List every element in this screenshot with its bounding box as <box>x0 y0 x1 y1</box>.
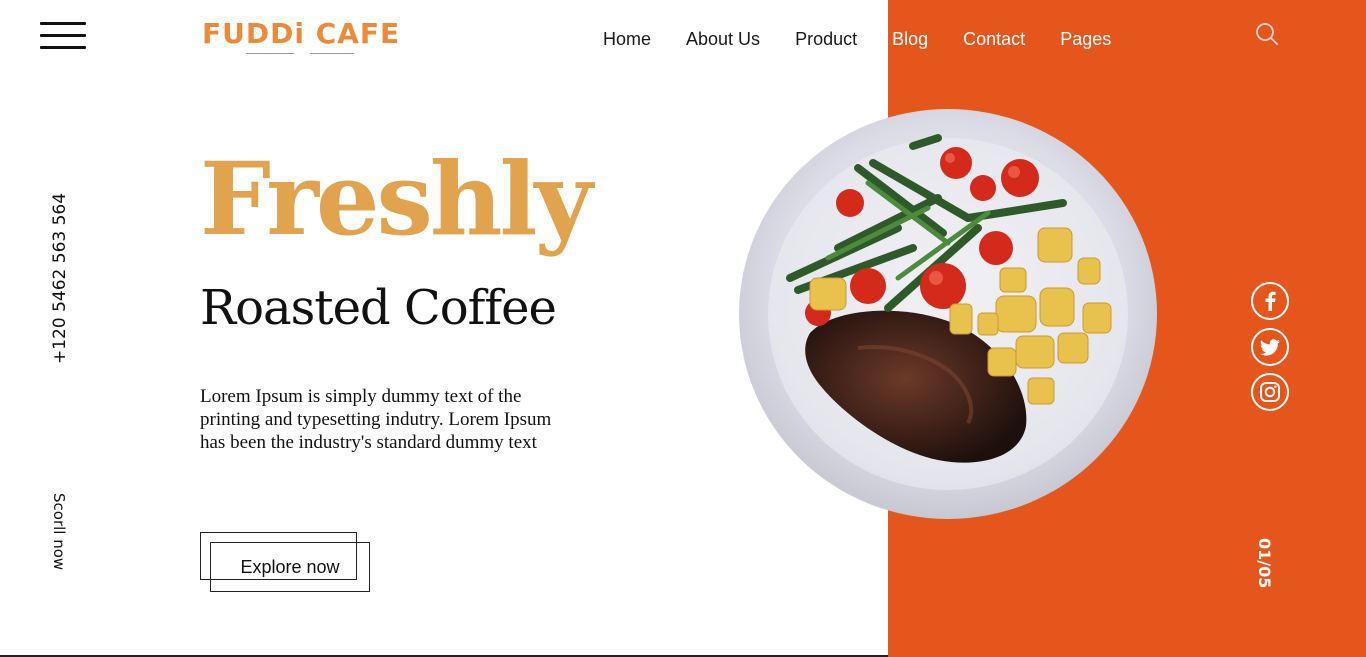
nav-item-blog[interactable]: Blog <box>892 28 928 50</box>
slide-counter: 01/05 <box>1255 538 1274 589</box>
nav-item-home[interactable]: Home <box>603 28 651 50</box>
twitter-icon[interactable] <box>1250 327 1290 367</box>
logo[interactable]: FUDDi CAFE <box>202 14 400 58</box>
explore-now-button[interactable]: Explore now <box>200 532 370 592</box>
food-plate-image <box>738 108 1158 521</box>
explore-now-label: Explore now <box>240 557 340 577</box>
search-icon[interactable] <box>1255 22 1279 46</box>
hero-title: Freshly <box>200 140 593 258</box>
logo-underline <box>246 53 294 54</box>
scroll-now-label[interactable]: Scorll now <box>50 493 68 570</box>
nav-item-pages[interactable]: Pages <box>1060 28 1111 50</box>
instagram-icon[interactable] <box>1250 372 1290 412</box>
nav-item-contact[interactable]: Contact <box>963 28 1025 50</box>
logo-text: FUDDi CAFE <box>202 17 401 50</box>
logo-underline <box>310 53 354 54</box>
hero-description: Lorem Ipsum is simply dummy text of the … <box>200 386 552 453</box>
hamburger-menu-icon[interactable] <box>40 22 86 50</box>
main-nav: Home About Us Product Blog Contact Pages <box>603 28 1146 50</box>
nav-item-about-us[interactable]: About Us <box>686 28 760 50</box>
hero-subtitle: Roasted Coffee <box>200 280 557 336</box>
nav-item-product[interactable]: Product <box>795 28 857 50</box>
phone-number[interactable]: +120 5462 563 564 <box>50 193 70 364</box>
facebook-icon[interactable] <box>1250 281 1290 321</box>
